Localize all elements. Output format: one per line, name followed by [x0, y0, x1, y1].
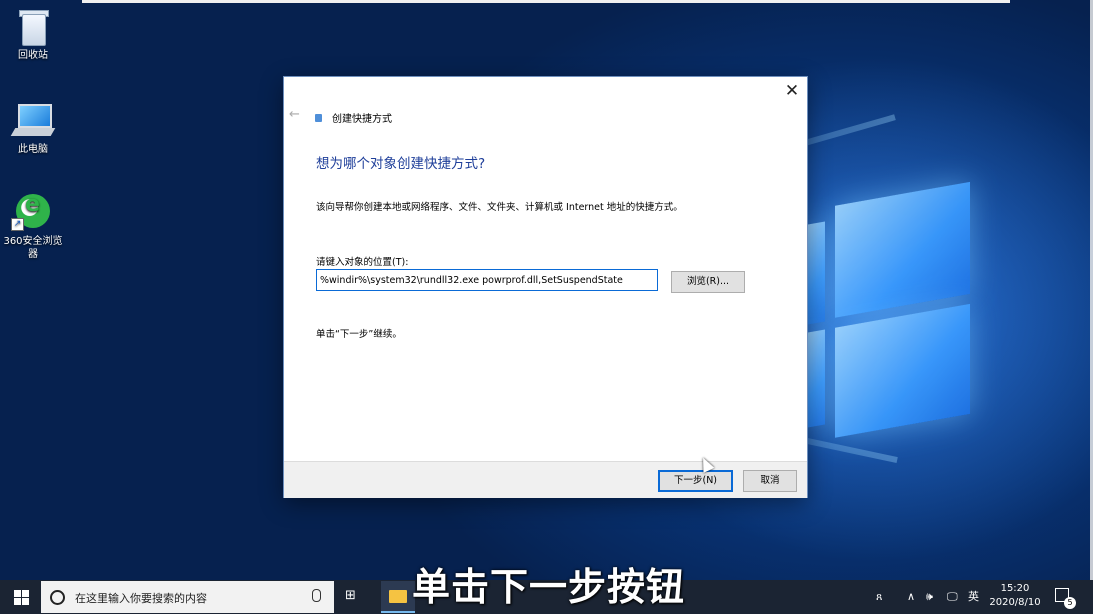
- description-text: 该向导帮你创建本地或网络程序、文件、文件夹、计算机或 Internet 地址的快…: [316, 202, 683, 213]
- clock[interactable]: 15:20 2020/8/10: [986, 582, 1044, 610]
- background-window-edge: [82, 0, 1010, 3]
- file-explorer-taskbar-button[interactable]: [381, 581, 415, 613]
- computer-icon: [10, 100, 56, 140]
- location-label: 请键入对象的位置(T):: [316, 257, 409, 268]
- shortcut-arrow-icon: ↗: [11, 218, 24, 231]
- recycle-bin-icon: [13, 6, 53, 46]
- desktop-icon-label: 回收站: [18, 50, 48, 61]
- desktop-icon-this-pc[interactable]: 此电脑: [0, 100, 66, 156]
- next-button[interactable]: 下一步(N): [658, 470, 733, 492]
- input-language-indicator[interactable]: 英: [968, 580, 979, 614]
- start-button[interactable]: [0, 580, 40, 614]
- cancel-button[interactable]: 取消: [743, 470, 797, 492]
- task-view-icon[interactable]: ⊞: [345, 589, 359, 603]
- windows-logo-wallpaper: [805, 163, 975, 451]
- wizard-title: 创建快捷方式: [332, 114, 392, 125]
- location-input[interactable]: [316, 269, 658, 291]
- desktop-icon-360-browser[interactable]: e ↗ 360安全浏览器: [0, 192, 66, 261]
- microphone-icon[interactable]: [312, 589, 321, 602]
- page-heading: 想为哪个对象创建快捷方式?: [316, 156, 486, 172]
- clock-time: 15:20: [1000, 583, 1030, 594]
- taskbar-search-box[interactable]: 在这里输入你要搜索的内容: [41, 581, 334, 613]
- desktop-icon-label: 360安全浏览器: [3, 236, 63, 260]
- hint-text: 单击“下一步”继续。: [316, 329, 402, 340]
- people-icon[interactable]: ጸ: [876, 580, 882, 614]
- chevron-up-icon[interactable]: ∧: [907, 580, 915, 614]
- desktop-icon-label: 此电脑: [18, 144, 48, 155]
- network-icon[interactable]: 🖵: [947, 580, 958, 614]
- browse-button[interactable]: 浏览(R)...: [671, 271, 745, 293]
- browser-icon: e ↗: [11, 192, 53, 232]
- search-placeholder: 在这里输入你要搜索的内容: [75, 592, 207, 605]
- shortcut-wizard-icon: [315, 114, 322, 122]
- folder-icon: [389, 590, 407, 603]
- notification-count-badge: 5: [1064, 597, 1076, 609]
- dialog-footer: 下一步(N) 取消: [284, 461, 807, 498]
- close-button[interactable]: ✕: [780, 79, 804, 103]
- video-subtitle: 单击下一步按钮: [412, 565, 686, 609]
- clock-date: 2020/8/10: [989, 597, 1041, 608]
- cortana-icon: [50, 590, 65, 605]
- volume-icon[interactable]: 🕪: [926, 580, 933, 614]
- back-arrow-icon[interactable]: ←: [289, 107, 300, 122]
- create-shortcut-dialog: ✕ ← 创建快捷方式 想为哪个对象创建快捷方式? 该向导帮你创建本地或网络程序、…: [284, 77, 807, 498]
- desktop-icon-recycle-bin[interactable]: 回收站: [0, 6, 66, 62]
